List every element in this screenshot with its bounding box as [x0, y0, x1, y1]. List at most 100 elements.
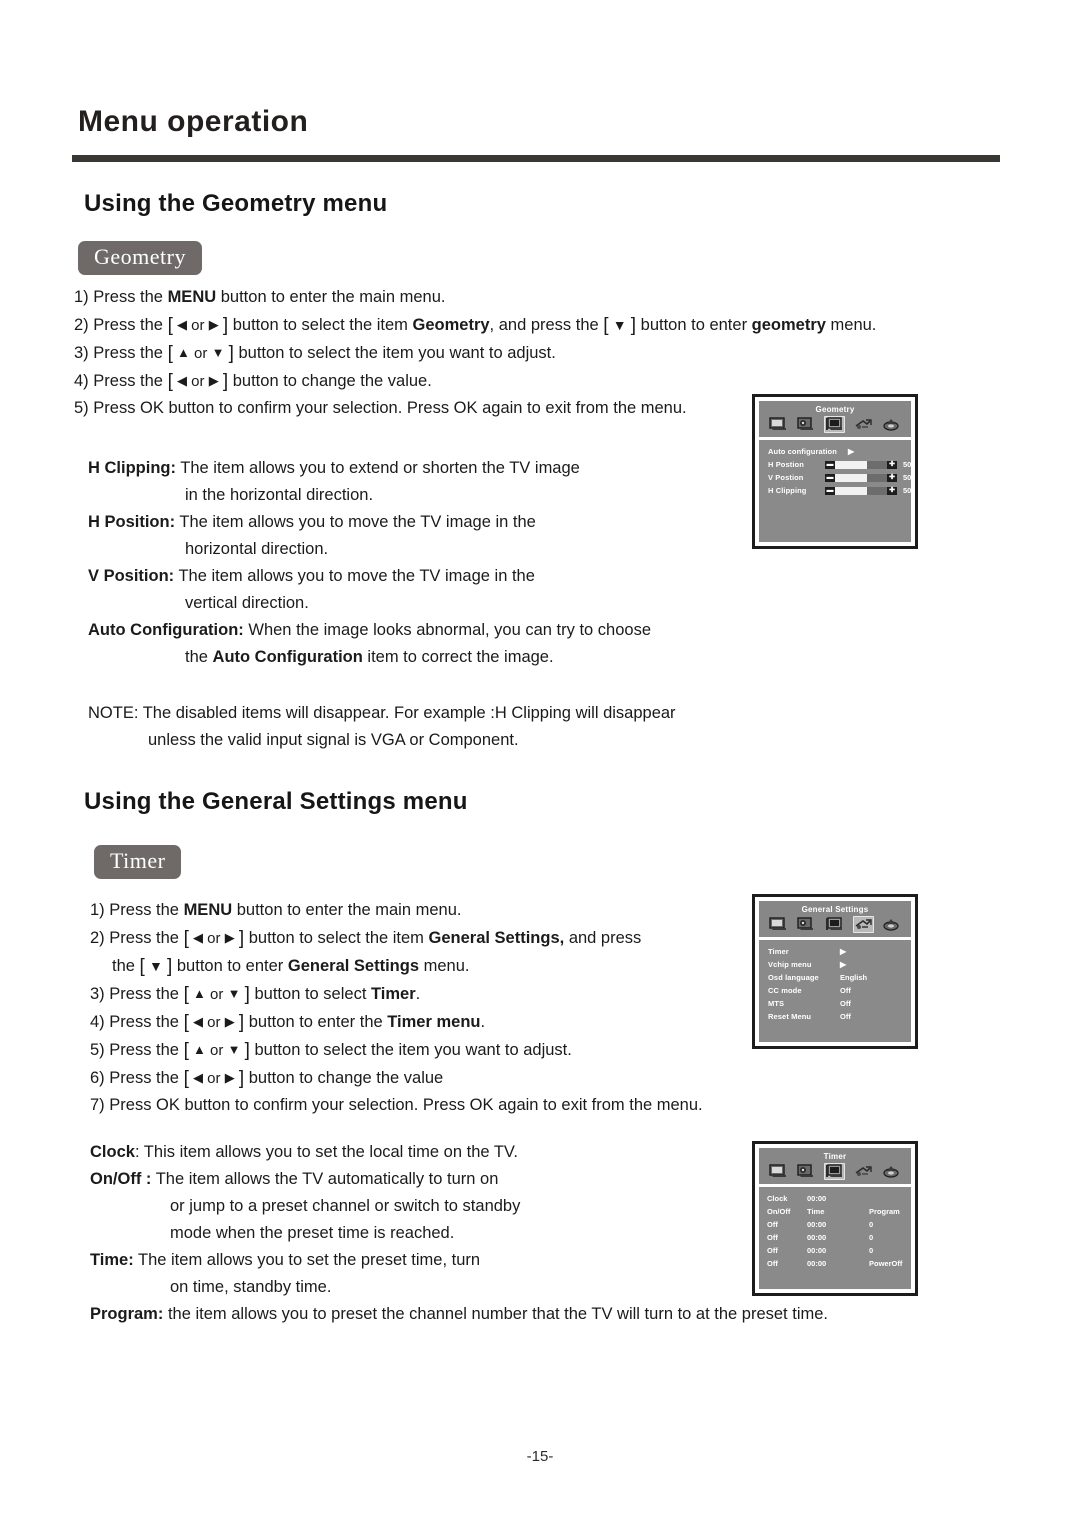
- slider-v-position[interactable]: ▬ ✚: [825, 473, 897, 482]
- cell-onoff: Off: [767, 1233, 778, 1242]
- step-text: menu.: [825, 316, 877, 334]
- minus-icon[interactable]: ▬: [825, 473, 835, 482]
- step-text: Press the: [109, 1069, 184, 1087]
- osd-row-label: Vchip menu: [768, 960, 812, 969]
- osd-row-label: Auto configuration: [768, 447, 837, 456]
- slider-track[interactable]: [835, 460, 887, 469]
- geometry-icon[interactable]: [824, 916, 845, 933]
- desc-term: Auto Configuration:: [88, 621, 244, 639]
- timer-table-header: On/Off Time Program: [759, 1205, 911, 1218]
- desc-text: : This item allows you to set the local …: [134, 1143, 518, 1161]
- desc-text: The item allows the TV automatically to …: [151, 1170, 499, 1188]
- step-item-3: 3) Press the [ ▲ or ▼ ] button to select…: [74, 339, 1004, 367]
- slider-fill: [835, 473, 868, 482]
- desc-v-position: V Position: The item allows you to move …: [88, 563, 768, 590]
- geometry-icon[interactable]: [824, 416, 846, 433]
- picture-icon[interactable]: [768, 916, 789, 933]
- plus-icon[interactable]: ✚: [887, 473, 897, 482]
- osd-header: General Settings: [759, 901, 911, 937]
- step-bold-menu: MENU: [183, 901, 233, 919]
- general-settings-icon[interactable]: [853, 416, 874, 433]
- osd-row-v-position[interactable]: V Postion ▬ ✚ 50: [759, 471, 911, 484]
- general-settings-icon[interactable]: [852, 916, 874, 933]
- osd-header: Geometry: [759, 401, 911, 437]
- step-text: button to change the value: [244, 1069, 444, 1087]
- general-settings-icon[interactable]: [853, 1163, 874, 1180]
- table-row[interactable]: Off 00:00 0: [759, 1231, 911, 1244]
- slider-h-clipping[interactable]: ▬ ✚: [825, 486, 897, 495]
- desc-program: Program: the item allows you to preset t…: [90, 1301, 950, 1328]
- note-line-2: unless the valid input signal is VGA or …: [148, 731, 519, 749]
- slider-fill: [835, 486, 868, 495]
- desc-text: the: [185, 648, 213, 666]
- step-text: button to enter the: [244, 1013, 388, 1031]
- osd-row-vchip-menu[interactable]: Vchip menu ▶: [759, 958, 911, 971]
- osd-row-timer[interactable]: Timer ▶: [759, 945, 911, 958]
- table-row[interactable]: Off 00:00 PowerOff: [759, 1257, 911, 1270]
- step-text: Press the: [109, 1041, 184, 1059]
- osd-row-h-position[interactable]: H Postion ▬ ✚ 50: [759, 458, 911, 471]
- step-text: button to select: [249, 985, 371, 1003]
- key-up-down-icon: [ ▲ or ▼ ]: [183, 984, 250, 1005]
- table-row[interactable]: Off 00:00 0: [759, 1244, 911, 1257]
- key-up-down-icon: [ ▲ or ▼ ]: [167, 343, 234, 364]
- channel-icon[interactable]: [881, 1163, 902, 1180]
- key-left-right-icon: [ ◀ or ▶ ]: [183, 1068, 245, 1089]
- plus-icon[interactable]: ✚: [887, 460, 897, 469]
- step-text: Press OK button to confirm your selectio…: [93, 399, 687, 417]
- picture-icon[interactable]: [768, 416, 789, 433]
- step-text: menu.: [419, 957, 470, 975]
- osd-row-reset-menu[interactable]: Reset Menu Off: [759, 1010, 911, 1023]
- minus-icon[interactable]: ▬: [825, 460, 835, 469]
- step-text: Press OK button to confirm your selectio…: [109, 1096, 703, 1114]
- osd-row-value: Off: [840, 999, 851, 1008]
- step-text: button to enter the main menu.: [216, 288, 446, 306]
- osd-row-clock[interactable]: Clock 00:00: [759, 1192, 911, 1205]
- note-geometry: NOTE: The disabled items will disappear.…: [88, 700, 808, 754]
- step-bold-geometry-lower: geometry: [751, 316, 826, 334]
- column-header-time: Time: [807, 1207, 825, 1216]
- osd-row-osd-language[interactable]: Osd language English: [759, 971, 911, 984]
- osd-row-label: H Postion: [768, 460, 804, 469]
- desc-h-position: H Position: The item allows you to move …: [88, 509, 768, 536]
- step-item-1: 1) Press the MENU button to enter the ma…: [90, 901, 462, 919]
- step-text: button to change the value.: [228, 372, 432, 390]
- manual-page: Menu operation Using the Geometry menu G…: [0, 0, 1080, 1525]
- step-text: button to select the item you want to ad…: [233, 344, 556, 362]
- step-item-2: 2) Press the [ ◀ or ▶ ] button to select…: [74, 311, 1004, 339]
- geometry-icon[interactable]: [824, 1163, 846, 1180]
- osd-body: Clock 00:00 On/Off Time Program Off 00:0…: [759, 1187, 911, 1289]
- step-text: .: [480, 1013, 486, 1031]
- desc-term: V Position:: [88, 567, 175, 585]
- table-row[interactable]: Off 00:00 0: [759, 1218, 911, 1231]
- step-bold-timer: Timer: [370, 985, 416, 1003]
- osd-row-label: H Clipping: [768, 486, 807, 495]
- picture-icon[interactable]: [768, 1163, 789, 1180]
- channel-icon[interactable]: [881, 416, 902, 433]
- step-item-1: 1) Press the MENU button to enter the ma…: [74, 288, 446, 306]
- minus-icon[interactable]: ▬: [825, 486, 835, 495]
- cell-onoff: Off: [767, 1220, 778, 1229]
- osd-row-cc-mode[interactable]: CC mode Off: [759, 984, 911, 997]
- osd-row-h-clipping[interactable]: H Clipping ▬ ✚ 50: [759, 484, 911, 497]
- slider-track[interactable]: [835, 473, 887, 482]
- osd-row-auto-configuration[interactable]: Auto configuration ▶: [759, 445, 911, 458]
- sound-icon[interactable]: [796, 1163, 817, 1180]
- step-text: Press the: [109, 1013, 184, 1031]
- section-heading-geometry: Using the Geometry menu: [84, 190, 388, 217]
- plus-icon[interactable]: ✚: [887, 486, 897, 495]
- sound-icon[interactable]: [796, 916, 817, 933]
- step-text: button to select the item: [244, 929, 429, 947]
- slider-h-position[interactable]: ▬ ✚: [825, 460, 897, 469]
- sound-icon[interactable]: [796, 416, 817, 433]
- cell-time: 00:00: [807, 1246, 827, 1255]
- channel-icon[interactable]: [881, 916, 902, 933]
- key-left-right-icon: [ ◀ or ▶ ]: [167, 315, 229, 336]
- desc-auto-configuration-cont: the Auto Configuration item to correct t…: [88, 644, 768, 671]
- page-title: Menu operation: [78, 105, 309, 138]
- osd-row-mts[interactable]: MTS Off: [759, 997, 911, 1010]
- desc-term: H Position:: [88, 513, 176, 531]
- osd-row-value: English: [840, 973, 868, 982]
- step-text: and press: [564, 929, 642, 947]
- slider-track[interactable]: [835, 486, 887, 495]
